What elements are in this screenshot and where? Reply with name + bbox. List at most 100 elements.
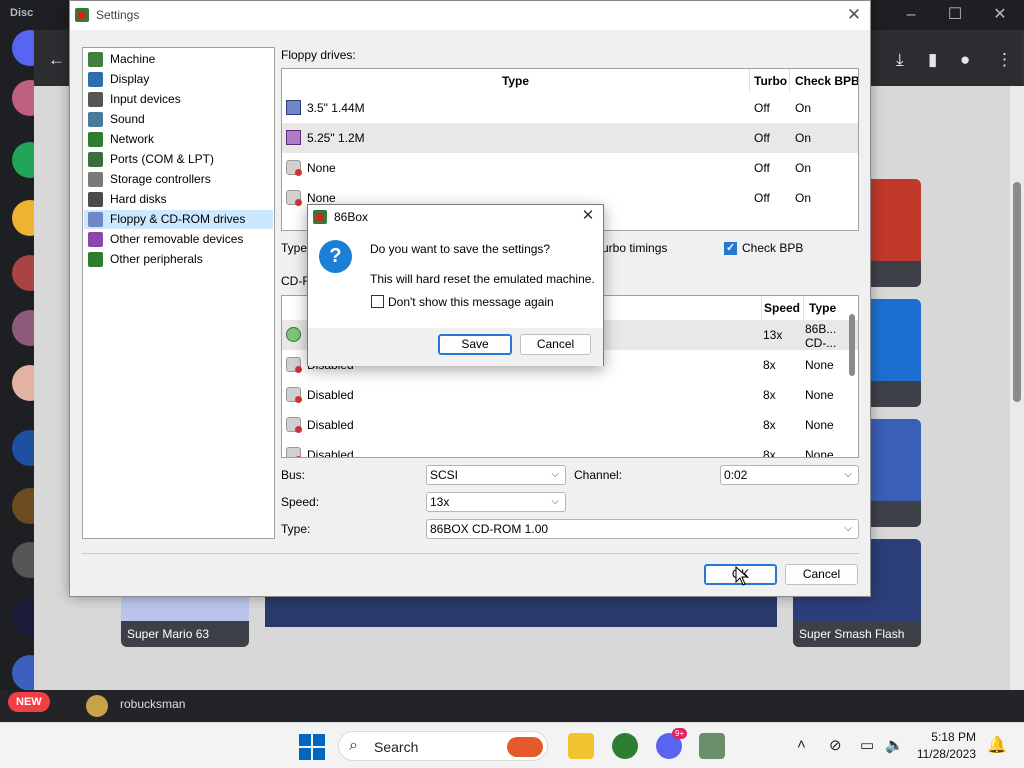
chevron-down-icon: ⌵ bbox=[551, 496, 559, 507]
clock-time[interactable]: 5:18 PM bbox=[910, 730, 976, 744]
settings-titlebar: Settings ✕ bbox=[70, 1, 870, 30]
avatar[interactable] bbox=[86, 695, 108, 717]
table-row[interactable]: Disabled 8x None bbox=[282, 380, 858, 410]
floppy-group-label: Floppy drives: bbox=[281, 48, 356, 62]
settings-close-icon[interactable]: ✕ bbox=[844, 5, 864, 25]
category-list: Machine Display Input devices Sound Netw… bbox=[82, 47, 275, 539]
user-panel: NEW robucksman bbox=[0, 690, 1024, 722]
dialog-cancel-button[interactable]: Cancel bbox=[520, 334, 591, 355]
file-explorer-icon[interactable] bbox=[568, 733, 594, 759]
settings-cancel-button[interactable]: Cancel bbox=[785, 564, 858, 585]
category-label: Storage controllers bbox=[110, 172, 211, 186]
speed-select[interactable]: 13x ⌵ bbox=[426, 492, 566, 512]
disabled-drive-icon bbox=[286, 387, 302, 403]
content-scrollbar[interactable] bbox=[1010, 86, 1024, 690]
minimize-icon[interactable]: – bbox=[896, 4, 926, 26]
dialog-info: This will hard reset the emulated machin… bbox=[370, 272, 595, 286]
download-icon[interactable]: ⤓ bbox=[896, 50, 904, 70]
category-item-network[interactable]: Network bbox=[84, 130, 273, 149]
storage-icon bbox=[88, 172, 103, 187]
close-icon[interactable]: ✕ bbox=[985, 4, 1015, 26]
cdrom-bus-cell: Disabled bbox=[307, 388, 354, 402]
chevron-down-icon: ⌵ bbox=[844, 523, 852, 534]
display-tray-icon[interactable]: ▭ bbox=[860, 736, 874, 754]
maximize-icon[interactable]: ☐ bbox=[940, 4, 970, 26]
volume-icon[interactable]: 🔈 bbox=[885, 736, 904, 754]
cdrom-table-scrollbar[interactable] bbox=[849, 314, 855, 376]
cdrom-bus-cell: Disabled bbox=[307, 418, 354, 432]
category-label: Floppy & CD-ROM drives bbox=[110, 212, 246, 226]
column-header-speed[interactable]: Speed bbox=[762, 296, 804, 320]
removable-icon bbox=[88, 232, 103, 247]
peripheral-icon bbox=[88, 252, 103, 267]
category-label: Machine bbox=[110, 52, 156, 66]
cdrom-speed-cell: 13x bbox=[763, 328, 783, 342]
floppy-type-cell: None bbox=[307, 161, 336, 175]
cdrom-bus-cell: Disabled bbox=[307, 448, 354, 458]
column-header-type[interactable]: Type bbox=[282, 69, 750, 93]
category-item-storage-controllers[interactable]: Storage controllers bbox=[84, 170, 273, 189]
86box-app-icon bbox=[313, 210, 327, 224]
chrome-icon[interactable] bbox=[612, 733, 638, 759]
category-item-hard-disks[interactable]: Hard disks bbox=[84, 190, 273, 209]
back-arrow-icon[interactable]: ← bbox=[48, 50, 65, 70]
disabled-drive-icon bbox=[286, 160, 302, 176]
save-button[interactable]: Save bbox=[438, 334, 512, 355]
floppy-type-cell: None bbox=[307, 191, 336, 205]
check-bpb-label[interactable]: Check BPB bbox=[742, 241, 803, 255]
scrollbar-thumb[interactable] bbox=[1013, 182, 1021, 402]
port-icon bbox=[88, 152, 103, 167]
86box-taskbar-icon[interactable] bbox=[699, 733, 725, 759]
bus-select-value: SCSI bbox=[430, 468, 459, 482]
bell-icon[interactable]: 🔔 bbox=[987, 735, 1007, 755]
turbo-timings-label[interactable]: urbo timings bbox=[602, 241, 667, 255]
person-icon[interactable]: ● bbox=[960, 50, 970, 70]
display-icon bbox=[88, 72, 103, 87]
floppy-turbo-cell: Off bbox=[754, 161, 770, 175]
floppy-bpb-cell: On bbox=[795, 191, 812, 205]
cdrom-speed-cell: 8x bbox=[763, 388, 776, 402]
panel-icon[interactable]: ▮ bbox=[928, 50, 937, 70]
network-tray-icon[interactable]: ⊘ bbox=[829, 736, 842, 754]
cdrom-type-select[interactable]: 86BOX CD-ROM 1.00 ⌵ bbox=[426, 519, 859, 539]
floppy-type-label: Type: bbox=[281, 241, 311, 255]
category-item-display[interactable]: Display bbox=[84, 70, 273, 89]
table-row[interactable]: None Off On bbox=[282, 153, 858, 183]
more-icon[interactable]: ⋮ bbox=[996, 50, 1013, 70]
taskbar-search[interactable]: ⌕ Search bbox=[338, 731, 548, 761]
table-row[interactable]: 5.25" 1.2M Off On bbox=[282, 123, 858, 153]
windows-start-icon[interactable] bbox=[299, 734, 325, 760]
speed-select-value: 13x bbox=[430, 495, 450, 509]
bus-select[interactable]: SCSI ⌵ bbox=[426, 465, 566, 485]
category-item-other-peripherals[interactable]: Other peripherals bbox=[84, 250, 273, 269]
dont-show-label[interactable]: Don't show this message again bbox=[388, 295, 554, 309]
column-header-type[interactable]: Type bbox=[804, 296, 844, 320]
category-item-ports[interactable]: Ports (COM & LPT) bbox=[84, 150, 273, 169]
table-row[interactable]: Disabled 8x None bbox=[282, 440, 858, 458]
cdrom-type-cell: None bbox=[805, 418, 834, 432]
mouse-cursor-icon bbox=[735, 566, 749, 586]
bus-label: Bus: bbox=[281, 468, 306, 482]
category-item-sound[interactable]: Sound bbox=[84, 110, 273, 129]
dialog-close-icon[interactable]: ✕ bbox=[579, 207, 597, 225]
activity-tile-label: Super Smash Flash bbox=[793, 621, 921, 647]
channel-select[interactable]: 0:02 ⌵ bbox=[720, 465, 859, 485]
category-item-machine[interactable]: Machine bbox=[84, 50, 273, 69]
divider bbox=[82, 553, 859, 554]
category-item-floppy-cdrom[interactable]: Floppy & CD-ROM drives bbox=[84, 210, 273, 229]
settings-title: Settings bbox=[96, 8, 140, 22]
category-item-input-devices[interactable]: Input devices bbox=[84, 90, 273, 109]
cdrom-type-cell: None bbox=[805, 388, 834, 402]
chevron-up-icon[interactable]: ˄ bbox=[797, 736, 806, 753]
category-item-other-removable[interactable]: Other removable devices bbox=[84, 230, 273, 249]
category-label: Other removable devices bbox=[110, 232, 244, 246]
table-row[interactable]: Disabled 8x None bbox=[282, 410, 858, 440]
check-bpb-checkbox[interactable] bbox=[724, 241, 737, 255]
table-row[interactable]: 3.5" 1.44M Off On bbox=[282, 93, 858, 123]
dialog-title: 86Box bbox=[334, 210, 369, 224]
cd-drive-icon bbox=[286, 327, 301, 342]
clock-date[interactable]: 11/28/2023 bbox=[910, 747, 976, 761]
column-header-turbo[interactable]: Turbo bbox=[750, 69, 790, 93]
column-header-check-bpb[interactable]: Check BPB bbox=[790, 69, 858, 93]
dont-show-checkbox[interactable] bbox=[371, 295, 384, 308]
